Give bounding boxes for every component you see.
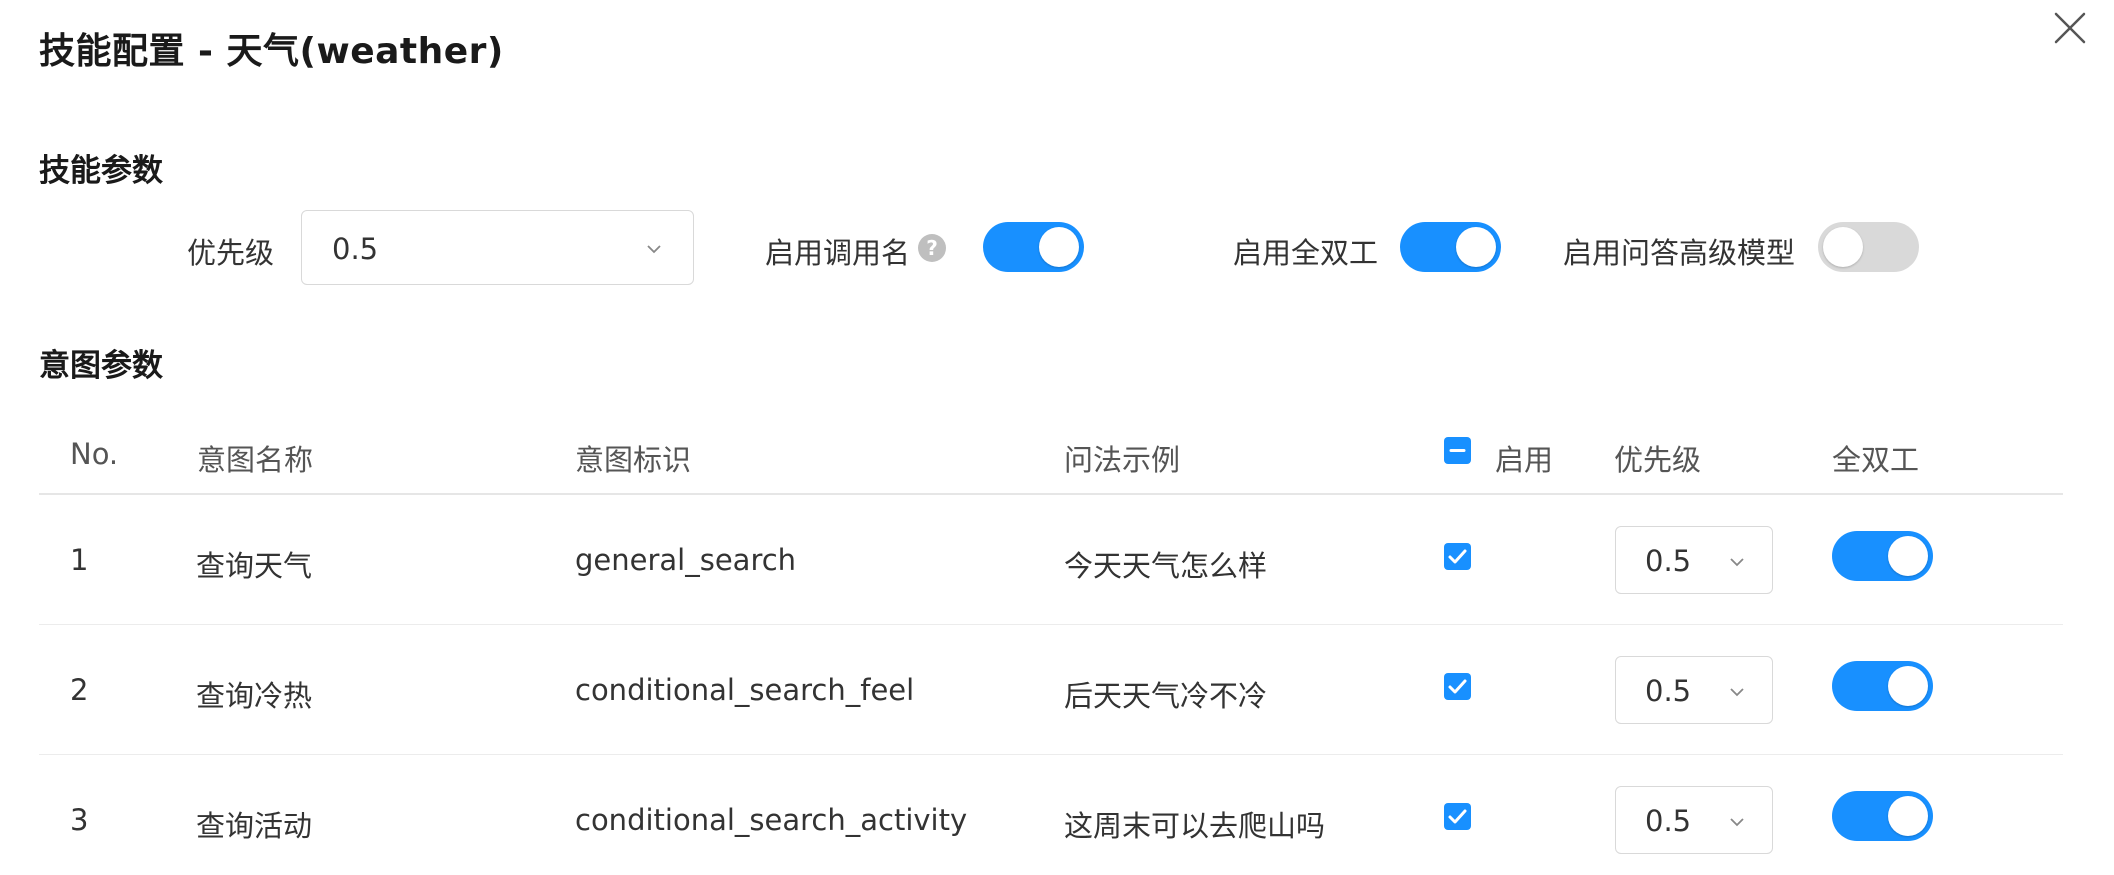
row-intent-name: 查询活动 — [196, 809, 313, 843]
row-intent-name: 查询天气 — [196, 549, 313, 583]
row-example: 这周末可以去爬山吗 — [1064, 809, 1326, 843]
col-header-priority: 优先级 — [1614, 443, 1702, 477]
qa-model-label: 启用问答高级模型 — [1563, 236, 1796, 270]
intent-params-title: 意图参数 — [39, 348, 163, 384]
check-icon — [1448, 809, 1467, 824]
table-header-divider — [39, 493, 2063, 495]
row-example: 后天天气冷不冷 — [1064, 679, 1268, 713]
dialog-title: 技能配置 - 天气(weather) — [39, 31, 504, 72]
col-header-no: No. — [70, 437, 119, 471]
skill-priority-value: 0.5 — [332, 232, 379, 266]
chevron-down-icon — [1730, 558, 1744, 567]
row-enable-checkbox[interactable] — [1444, 543, 1471, 570]
chevron-down-icon — [647, 245, 661, 254]
skill-priority-select[interactable]: 0.5 — [301, 210, 694, 285]
qa-model-switch[interactable] — [1818, 222, 1919, 272]
row-priority-select[interactable]: 0.5 — [1615, 656, 1773, 724]
check-icon — [1448, 679, 1467, 694]
row-example: 今天天气怎么样 — [1064, 549, 1268, 583]
row-duplex-switch[interactable] — [1832, 791, 1933, 841]
row-intent-id: conditional_search_activity — [575, 803, 968, 837]
question-circle-icon[interactable]: ? — [918, 234, 946, 262]
row-no: 3 — [70, 803, 89, 837]
row-priority-value: 0.5 — [1645, 544, 1692, 578]
row-priority-value: 0.5 — [1645, 674, 1692, 708]
row-priority-value: 0.5 — [1645, 804, 1692, 838]
row-divider — [39, 624, 2063, 625]
row-no: 2 — [70, 673, 89, 707]
col-header-id: 意图标识 — [575, 443, 692, 477]
check-icon — [1448, 549, 1467, 564]
select-all-checkbox[interactable] — [1444, 437, 1471, 464]
col-header-enable: 启用 — [1495, 443, 1554, 477]
call-name-switch[interactable] — [983, 222, 1084, 272]
row-intent-name: 查询冷热 — [196, 679, 313, 713]
chevron-down-icon — [1730, 688, 1744, 697]
col-header-duplex: 全双工 — [1832, 443, 1920, 477]
full-duplex-label: 启用全双工 — [1233, 236, 1379, 270]
row-enable-checkbox[interactable] — [1444, 673, 1471, 700]
row-duplex-switch[interactable] — [1832, 661, 1933, 711]
row-priority-select[interactable]: 0.5 — [1615, 526, 1773, 594]
col-header-example: 问法示例 — [1064, 443, 1181, 477]
close-icon — [2054, 12, 2086, 44]
chevron-down-icon — [1730, 818, 1744, 827]
col-header-name: 意图名称 — [197, 443, 314, 477]
close-button[interactable] — [2050, 8, 2090, 48]
row-duplex-switch[interactable] — [1832, 531, 1933, 581]
full-duplex-switch[interactable] — [1400, 222, 1501, 272]
skill-params-title: 技能参数 — [39, 153, 163, 189]
row-divider — [39, 754, 2063, 755]
row-intent-id: conditional_search_feel — [575, 673, 915, 707]
row-intent-id: general_search — [575, 543, 797, 577]
call-name-label: 启用调用名 — [765, 236, 911, 270]
row-priority-select[interactable]: 0.5 — [1615, 786, 1773, 854]
minus-icon — [1449, 449, 1466, 452]
row-no: 1 — [70, 543, 89, 577]
row-enable-checkbox[interactable] — [1444, 803, 1471, 830]
skill-priority-label: 优先级 — [187, 236, 275, 270]
